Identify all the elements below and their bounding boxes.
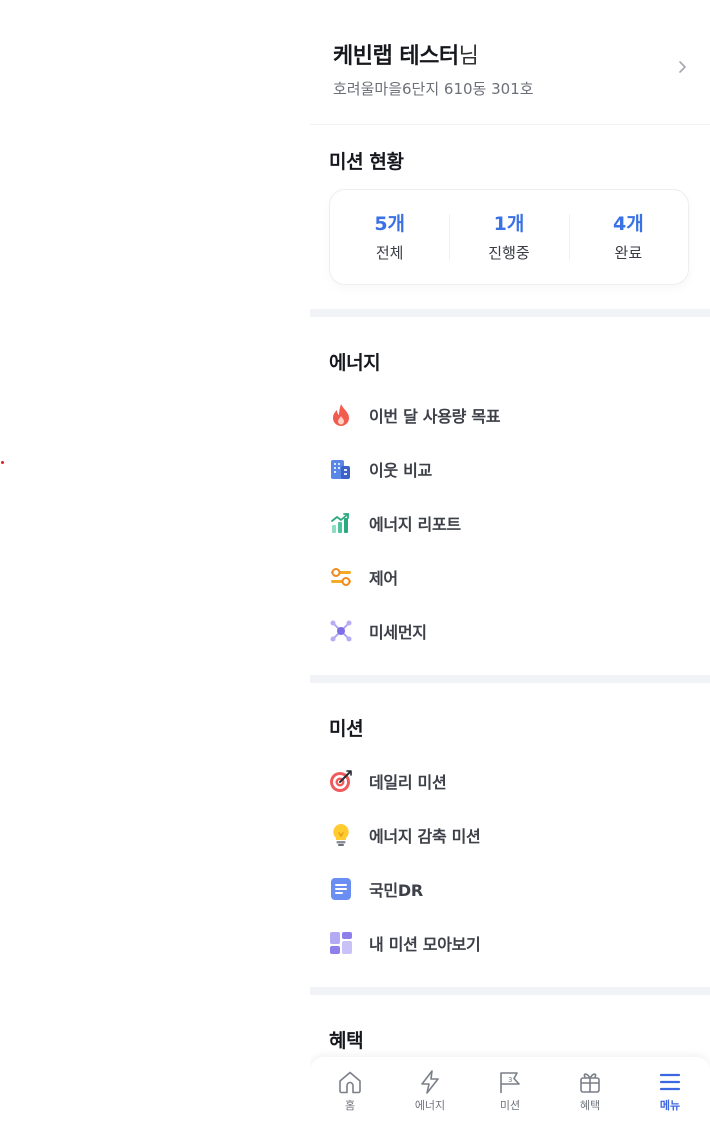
stat-complete-label: 완료 [614,244,643,262]
tab-label: 홈 [344,1099,356,1112]
fire-icon [329,403,353,427]
section-divider [310,675,710,683]
lightbulb-icon [329,823,353,847]
bottom-tab-bar: 홈 에너지 3 미션 혜택 메뉴 [310,1057,710,1123]
menu-item-control[interactable]: 제어 [329,550,689,604]
menu-item-label: 에너지 감축 미션 [369,827,481,846]
profile-header[interactable]: 케빈랩 테스터님 호려울마을6단지 610동 301호 [310,0,710,125]
tab-label: 메뉴 [659,1099,681,1112]
menu-icon [657,1069,683,1095]
menu-item-label: 에너지 리포트 [369,515,461,534]
tab-benefit[interactable]: 혜택 [550,1057,630,1123]
document-icon [329,877,353,901]
mission-menu-list: 데일리 미션 에너지 감축 미션 국민DR 내 미션 모아보기 [329,754,689,970]
tab-label: 에너지 [414,1099,446,1112]
home-icon [337,1069,363,1095]
tab-label: 혜택 [579,1099,601,1112]
tab-menu[interactable]: 메뉴 [630,1057,710,1123]
menu-item-label: 내 미션 모아보기 [369,935,481,954]
menu-item-fine-dust[interactable]: 미세먼지 [329,604,689,658]
mission-status-title: 미션 현황 [329,151,404,173]
menu-item-daily-mission[interactable]: 데일리 미션 [329,754,689,808]
control-switch-icon [329,565,353,589]
tab-energy[interactable]: 에너지 [390,1057,470,1123]
stat-total-value: 5개 [374,213,406,235]
stat-in-progress[interactable]: 1개 진행중 [449,190,568,284]
stat-total-label: 전체 [375,244,404,262]
menu-item-my-missions[interactable]: 내 미션 모아보기 [329,916,689,970]
stat-in-progress-value: 1개 [493,213,525,235]
menu-item-usage-goal[interactable]: 이번 달 사용량 목표 [329,388,689,442]
stat-total[interactable]: 5개 전체 [330,190,449,284]
section-divider [310,987,710,995]
energy-section-title: 에너지 [329,352,381,374]
flag-icon: 3 [497,1069,523,1095]
tab-label: 미션 [499,1099,521,1112]
chevron-right-icon[interactable] [678,60,687,78]
menu-item-label: 미세먼지 [369,623,427,642]
tab-home[interactable]: 홈 [310,1057,390,1123]
menu-item-label: 이웃 비교 [369,461,432,480]
grid-icon [329,931,353,955]
gift-icon [577,1069,603,1095]
menu-item-label: 데일리 미션 [369,773,447,792]
menu-item-energy-report[interactable]: 에너지 리포트 [329,496,689,550]
profile-name: 케빈랩 테스터님 [333,44,479,69]
menu-item-energy-saving-mission[interactable]: 에너지 감축 미션 [329,808,689,862]
building-icon [329,457,353,481]
lightning-icon [417,1069,443,1095]
fine-dust-icon [329,619,353,643]
menu-item-label: 국민DR [369,881,423,900]
mission-status-card: 5개 전체 1개 진행중 4개 완료 [329,189,689,285]
target-icon [329,769,353,793]
section-divider [310,309,710,317]
stat-in-progress-label: 진행중 [488,244,530,262]
stat-complete[interactable]: 4개 완료 [568,190,688,284]
energy-menu-list: 이번 달 사용량 목표 이웃 비교 에너지 리포트 제어 미세먼지 [329,388,689,658]
menu-item-national-dr[interactable]: 국민DR [329,862,689,916]
stat-complete-value: 4개 [612,213,644,235]
chart-growth-icon [329,511,353,535]
tab-mission[interactable]: 3 미션 [470,1057,550,1123]
profile-address: 호려울마을6단지 610동 301호 [333,80,534,98]
menu-item-neighbor-compare[interactable]: 이웃 비교 [329,442,689,496]
svg-text:3: 3 [508,1076,512,1084]
mission-section-title: 미션 [329,718,364,740]
benefit-section-title: 혜택 [329,1030,364,1052]
menu-panel: 케빈랩 테스터님 호려울마을6단지 610동 301호 미션 현황 5개 전체 … [310,0,710,1123]
stray-dot [1,461,4,464]
menu-item-label: 이번 달 사용량 목표 [369,407,501,426]
menu-item-label: 제어 [369,569,398,588]
